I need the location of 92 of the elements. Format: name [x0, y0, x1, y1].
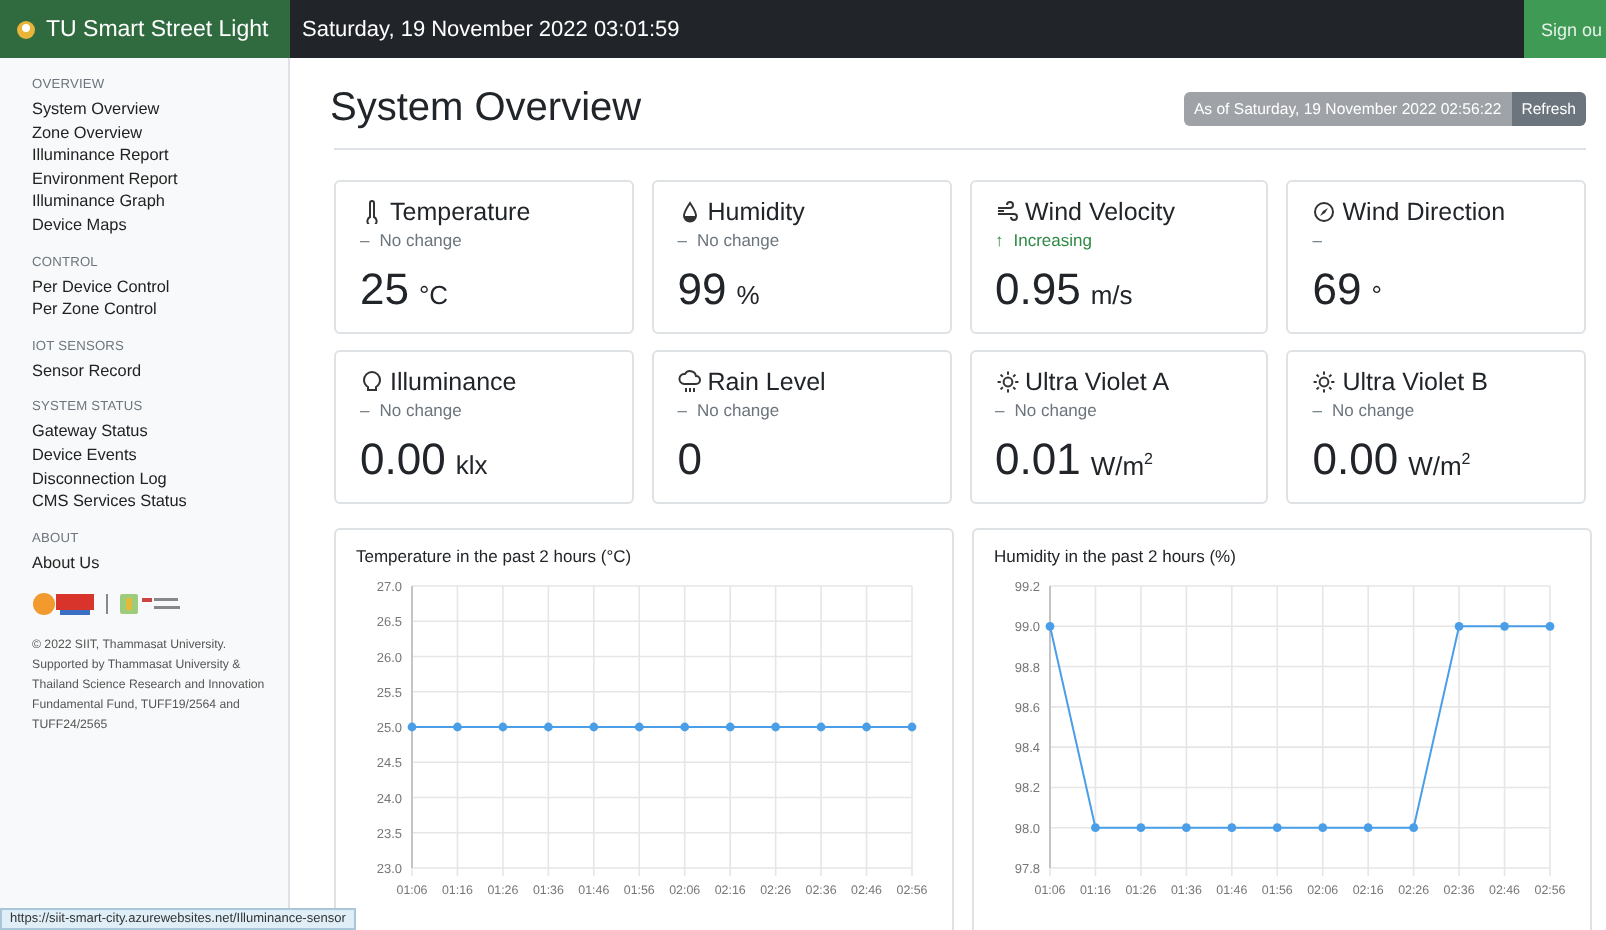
value-unit: % [736, 280, 760, 310]
nav-link[interactable]: About Us [32, 551, 288, 575]
card-value: 0.01 [995, 434, 1081, 486]
trend-symbol: – [1312, 400, 1322, 422]
data-point [907, 722, 917, 732]
sun-icon [1312, 370, 1337, 394]
page-title: System Overview [330, 86, 642, 132]
value-unit: klx [455, 450, 488, 480]
data-point [1500, 621, 1509, 631]
data-point [1091, 823, 1100, 833]
card-value: 0.95 [995, 264, 1081, 316]
data-point [1409, 823, 1419, 833]
trend-text: Increasing [1013, 230, 1092, 252]
project-logo-icon [120, 592, 184, 617]
data-point [498, 722, 508, 732]
university-logo-icon [32, 592, 96, 617]
trend-text: No change [696, 400, 780, 422]
data-point [543, 722, 553, 732]
data-point [589, 722, 599, 732]
data-point [771, 722, 781, 732]
nav-link[interactable]: CMS Services Status [32, 490, 288, 514]
trend-text: No change [379, 230, 462, 252]
rain-cloud-icon [677, 370, 702, 394]
trend-text: No change [1014, 400, 1097, 422]
nav-link[interactable]: Device Maps [32, 213, 288, 238]
logo-icon [16, 19, 36, 39]
data-point [1181, 823, 1191, 833]
value-unit: °C [418, 280, 449, 310]
card-value: 0.00 [360, 434, 446, 486]
nav-link[interactable]: Zone Overview [32, 121, 288, 145]
chart-title: Humidity in the past 2 hours (%) [994, 546, 1238, 566]
data-point [453, 722, 462, 732]
trend-text: No change [696, 230, 780, 252]
nav-link[interactable]: Illuminance Report [32, 144, 288, 168]
card-value: 0.00 [1312, 434, 1399, 486]
card-value: 69 [1312, 264, 1362, 316]
data-point [1454, 621, 1464, 631]
wind-icon [995, 200, 1019, 224]
sun-icon [995, 370, 1019, 394]
trend-symbol: ↑ [995, 230, 1004, 252]
data-point [680, 722, 690, 732]
nav-link[interactable]: Environment Report [32, 167, 288, 191]
data-point [1318, 823, 1328, 833]
nav-link[interactable]: Disconnection Log [32, 467, 288, 491]
divider-icon [106, 594, 110, 615]
data-point [1045, 621, 1055, 631]
data-point [1363, 823, 1373, 833]
trend-text: No change [1331, 400, 1415, 422]
trend-symbol: – [995, 400, 1005, 422]
card-title: Temperature [390, 198, 531, 226]
thermometer-icon [360, 200, 384, 224]
data-point [816, 722, 826, 732]
data-point [1227, 823, 1237, 833]
nav-link[interactable]: Per Device Control [32, 275, 288, 299]
current-datetime: Saturday, 19 November 2022 03:01:59 [302, 17, 680, 41]
droplet-icon [677, 200, 702, 224]
card-value: 0 [677, 434, 702, 486]
card-title: Wind Direction [1342, 198, 1506, 226]
card-title: Wind Velocity [1025, 198, 1176, 226]
card-title: Illuminance [390, 368, 517, 396]
data-point [634, 722, 644, 732]
nav-link[interactable]: Illuminance Graph [32, 190, 288, 214]
nav-link[interactable]: Sensor Record [32, 359, 288, 383]
trend-symbol: – [677, 230, 687, 252]
trend-symbol: – [360, 400, 370, 422]
card-value: 25 [360, 264, 409, 316]
card-title: Rain Level [707, 368, 826, 396]
card-title: Ultra Violet B [1342, 368, 1488, 396]
nav-link[interactable]: System Overview [32, 98, 288, 122]
card-title: Ultra Violet A [1025, 368, 1170, 396]
value-unit: W/m$^{2}$ [1408, 449, 1471, 480]
value-unit: ° [1371, 280, 1382, 310]
data-point [1136, 823, 1146, 833]
trend-symbol: – [677, 400, 687, 422]
card-value: 99 [677, 264, 727, 316]
trend-symbol: – [360, 230, 370, 252]
nav-link[interactable]: Per Zone Control [32, 298, 288, 322]
data-point [407, 722, 417, 732]
data-point [1272, 823, 1282, 833]
trend-text: No change [379, 400, 462, 422]
trend-symbol: – [1312, 230, 1322, 252]
data-point [862, 722, 871, 732]
lightbulb-icon [360, 370, 384, 394]
value-unit: m/s [1090, 280, 1133, 310]
value-unit: W/m$^{2}$ [1090, 449, 1153, 480]
nav-link[interactable]: Gateway Status [32, 420, 288, 444]
card-title: Humidity [707, 198, 805, 226]
nav-link[interactable]: Device Events [32, 443, 288, 468]
data-point [1545, 621, 1555, 631]
compass-icon [1312, 200, 1337, 224]
data-point [725, 722, 735, 732]
chart-title: Temperature in the past 2 hours (°C) [356, 546, 634, 566]
